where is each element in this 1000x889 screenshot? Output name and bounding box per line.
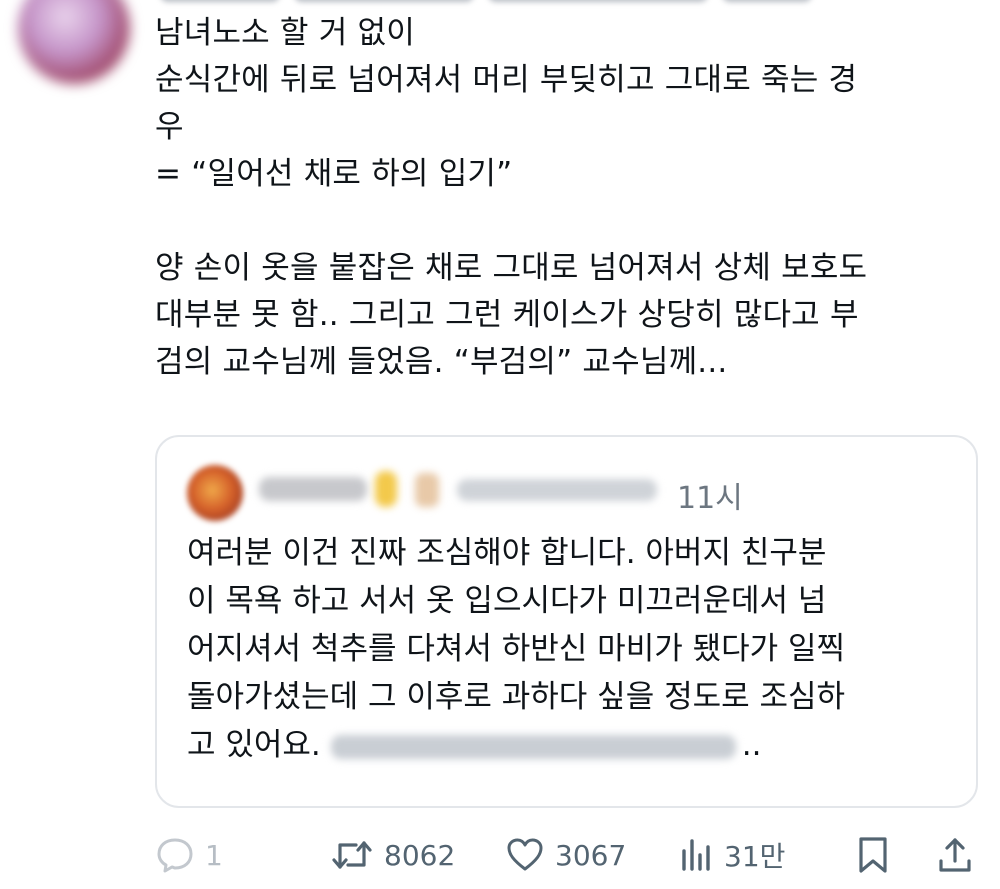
heart-icon (505, 835, 545, 875)
quoted-text: 여러분 이건 진짜 조심해야 합니다. 아버지 친구분 이 목욕 하고 서서 옷… (187, 529, 967, 769)
reply-icon (155, 835, 195, 875)
author-header-blurred (160, 0, 860, 10)
post-line: 우 (155, 109, 184, 145)
quoted-line-end: .. (741, 727, 762, 763)
reply-count: 1 (205, 838, 223, 872)
post-text: 남녀노소 할 거 없이 순식간에 뒤로 넘어져서 머리 부딪히고 그대로 죽는 … (155, 10, 975, 386)
quoted-timestamp: 11시 (677, 481, 743, 516)
post-line: 남녀노소 할 거 없이 (155, 15, 415, 51)
post-line: 검의 교수님께 들었음. “부검의” 교수님께... (155, 344, 728, 380)
post-line: 대부분 못 함.. 그리고 그런 케이스가 상당히 많다고 부 (155, 297, 859, 333)
quoted-name-emoji (415, 473, 439, 507)
quoted-tweet-card[interactable]: 11시 여러분 이건 진짜 조심해야 합니다. 아버지 친구분 이 목욕 하고 … (155, 435, 978, 808)
post-line: 순식간에 뒤로 넘어져서 머리 부딪히고 그대로 죽는 경 (155, 62, 858, 98)
reply-button[interactable]: 1 (155, 830, 223, 880)
bookmark-icon (855, 835, 891, 875)
post-line: 양 손이 옷을 붙잡은 채로 그대로 넘어져서 상체 보호도 (155, 250, 868, 286)
quoted-line-start: 고 있어요. (187, 727, 321, 763)
avatar[interactable] (18, 0, 130, 84)
action-bar: 1 8062 3067 31만 (155, 830, 985, 880)
repost-count: 8062 (384, 838, 456, 872)
quoted-line-last: 고 있어요... (187, 721, 967, 769)
like-button[interactable]: 3067 (505, 830, 626, 880)
quoted-name-emoji (375, 471, 397, 507)
views-icon (680, 835, 714, 875)
quoted-handle-blurred (457, 479, 657, 501)
post-line-blank (155, 198, 975, 245)
quoted-line: 여러분 이건 진짜 조심해야 합니다. 아버지 친구분 (187, 535, 827, 571)
like-count: 3067 (555, 838, 627, 872)
tweet-thread: 남녀노소 할 거 없이 순식간에 뒤로 넘어져서 머리 부딪히고 그대로 죽는 … (0, 0, 1000, 889)
views-button[interactable]: 31만 (680, 830, 785, 880)
quoted-display-name-blurred (259, 477, 367, 501)
views-count: 31만 (724, 840, 786, 873)
bookmark-button[interactable] (855, 830, 891, 880)
post-line: = “일어선 채로 하의 입기” (155, 156, 513, 192)
quoted-line: 어지셔서 척추를 다쳐서 하반신 마비가 됐다가 일찍 (187, 631, 846, 667)
quoted-link-blurred (330, 734, 736, 759)
share-icon (935, 835, 975, 875)
quoted-line: 이 목욕 하고 서서 옷 입으시다가 미끄러운데서 넘 (187, 583, 827, 619)
quoted-avatar (187, 465, 243, 521)
repost-icon (330, 835, 374, 875)
quoted-line: 돌아가셨는데 그 이후로 과하다 싶을 정도로 조심하 (187, 679, 846, 715)
share-button[interactable] (935, 830, 975, 880)
repost-button[interactable]: 8062 (330, 830, 455, 880)
